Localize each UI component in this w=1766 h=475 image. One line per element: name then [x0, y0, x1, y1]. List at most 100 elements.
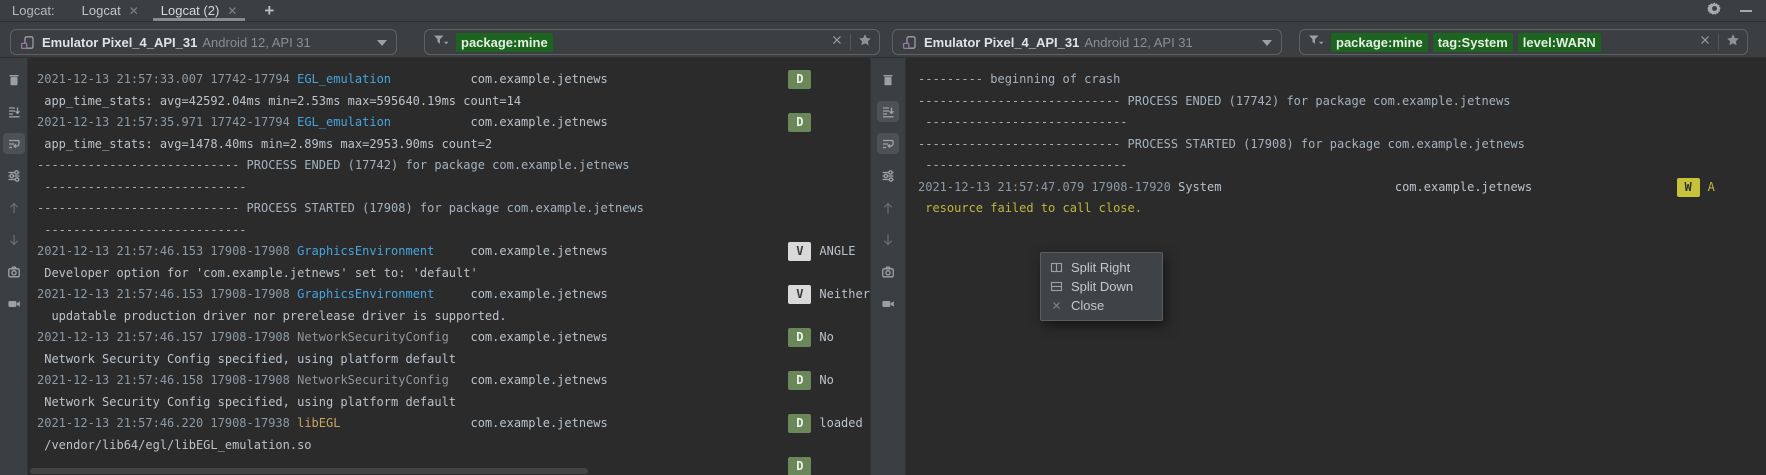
video-icon[interactable] [3, 293, 25, 314]
soft-wrap-icon[interactable] [877, 133, 899, 154]
filter-input[interactable]: package:mine [424, 29, 880, 55]
log-text: 2021-12-13 21:57:46.158 17908-17908 [37, 373, 298, 387]
device-icon [20, 35, 34, 49]
log-text: System [1178, 179, 1395, 194]
log-level-badge: D [788, 371, 812, 390]
menu-item-split-down[interactable]: Split Down [1041, 277, 1162, 296]
log-line[interactable]: ---------------------------- PROCESS STA… [918, 134, 1766, 156]
device-name: Emulator Pixel_4_API_31 [924, 34, 1080, 50]
filter-chip: tag:System [1432, 32, 1513, 52]
log-text: updatable production driver nor prerelea… [37, 308, 507, 323]
log-text: ---------------------------- [918, 115, 1128, 129]
logcat-toolbar-right [870, 57, 906, 475]
log-line[interactable]: ---------------------------- [918, 155, 1766, 177]
split-right-icon [1050, 261, 1063, 274]
log-line[interactable]: ---------------------------- [37, 177, 870, 199]
log-line[interactable]: 2021-12-13 21:57:33.007 17742-17794 EGL_… [37, 69, 870, 91]
log-line[interactable]: updatable production driver nor prerelea… [37, 306, 870, 328]
tab-label: Logcat [81, 3, 121, 18]
scroll-to-end-icon[interactable] [3, 101, 25, 122]
tab-close-icon[interactable]: ✕ [227, 5, 237, 17]
log-text: 2021-12-13 21:57:46.153 17908-17908 [37, 244, 298, 258]
log-line[interactable]: Network Security Config specified, using… [37, 392, 870, 414]
log-line[interactable]: 2021-12-13 21:57:46.157 17908-17908 Netw… [37, 327, 870, 349]
filter-chip: level:WARN [1517, 32, 1601, 52]
log-line[interactable]: ---------------------------- PROCESS END… [918, 91, 1766, 113]
log-line[interactable]: 2021-12-13 21:57:46.158 17908-17908 Netw… [37, 370, 870, 392]
chevron-down-icon [1262, 33, 1272, 51]
close-x-icon [1050, 299, 1063, 312]
filter-funnel-icon[interactable] [432, 32, 449, 53]
log-text: com.example.jetnews [470, 330, 789, 344]
log-line[interactable]: Developer option for 'com.example.jetnew… [37, 263, 870, 285]
log-line[interactable]: app_time_stats: avg=1478.40ms min=2.89ms… [37, 134, 870, 156]
log-line[interactable]: 2021-12-13 21:57:35.971 17742-17794 EGL_… [37, 112, 870, 134]
log-line[interactable]: resource failed to call close. [918, 198, 1766, 220]
menu-item-split-right[interactable]: Split Right [1041, 258, 1162, 277]
log-text: ---------------------------- [37, 179, 247, 194]
tab-logcat-2[interactable]: Logcat (2) ✕ [150, 0, 249, 21]
filter-query[interactable]: package:mine tag:System level:WARN [1331, 32, 1601, 52]
log-line[interactable]: ---------------------------- [37, 220, 870, 242]
tool-window-label: Logcat: [12, 3, 55, 18]
video-icon[interactable] [877, 293, 899, 314]
gear-icon[interactable] [1707, 1, 1722, 21]
device-details: Android 12, API 31 [1084, 34, 1193, 50]
arrow-up-icon[interactable] [877, 197, 899, 218]
logcat-settings-icon[interactable] [3, 165, 25, 186]
log-line[interactable]: ---------------------------- PROCESS END… [37, 155, 870, 177]
log-pane-left[interactable]: 2021-12-13 21:57:33.007 17742-17794 EGL_… [28, 57, 870, 475]
camera-icon[interactable] [877, 261, 899, 282]
log-line[interactable]: 2021-12-13 21:57:47.079 17908-17920 Syst… [918, 177, 1766, 199]
log-line[interactable]: ---------------------------- [918, 112, 1766, 134]
soft-wrap-icon[interactable] [2, 133, 25, 154]
filter-query[interactable]: package:mine [456, 32, 553, 52]
camera-icon[interactable] [3, 261, 25, 282]
log-line[interactable]: 2021-12-13 21:57:46.153 17908-17908 Grap… [37, 241, 870, 263]
filter-chip: package:mine [456, 32, 553, 52]
log-text: EGL_emulation [297, 115, 471, 129]
log-line[interactable]: 2021-12-13 21:57:46.153 17908-17908 Grap… [37, 284, 870, 306]
log-text: com.example.jetnews [470, 287, 789, 301]
filter-funnel-icon[interactable] [1307, 32, 1324, 53]
log-line[interactable]: 2021-12-13 21:57:46.220 17908-17938 libE… [37, 413, 870, 435]
device-selector[interactable]: Emulator Pixel_4_API_31 Android 12, API … [892, 29, 1282, 55]
logcat-toolbar-left [0, 57, 28, 475]
log-line[interactable]: /vendor/lib64/egl/libEGL_emulation.so [37, 435, 870, 457]
horizontal-scrollbar[interactable] [30, 468, 588, 474]
arrow-down-icon[interactable] [3, 229, 25, 250]
log-pane-right[interactable]: --------- beginning of crash ------------… [906, 57, 1766, 475]
trash-icon[interactable] [877, 69, 899, 90]
log-line[interactable]: Network Security Config specified, using… [37, 349, 870, 371]
menu-item-close[interactable]: Close [1041, 296, 1162, 315]
log-text: No [819, 373, 834, 387]
log-text: 2021-12-13 21:57:46.157 17908-17908 [37, 330, 298, 344]
log-text: ---------------------------- PROCESS STA… [918, 136, 1525, 151]
tab-close-icon[interactable]: ✕ [129, 5, 139, 17]
arrow-down-icon[interactable] [877, 229, 899, 250]
device-selector[interactable]: Emulator Pixel_4_API_31 Android 12, API … [10, 29, 397, 55]
log-level-badge: V [788, 242, 812, 261]
scroll-to-end-icon[interactable] [877, 101, 899, 122]
logcat-settings-icon[interactable] [877, 165, 899, 186]
favorite-star-icon[interactable] [858, 33, 872, 52]
log-line[interactable]: app_time_stats: avg=42592.04ms min=2.53m… [37, 91, 870, 113]
tab-logcat-1[interactable]: Logcat ✕ [71, 0, 150, 21]
minimize-icon[interactable] [1740, 10, 1752, 12]
clear-filter-icon[interactable] [831, 33, 843, 51]
device-details: Android 12, API 31 [202, 34, 311, 50]
log-line[interactable]: ---------------------------- PROCESS STA… [37, 198, 870, 220]
log-text: NetworkSecurityConfig [297, 330, 471, 344]
arrow-up-icon[interactable] [3, 197, 25, 218]
menu-item-label: Split Right [1071, 260, 1131, 275]
clear-filter-icon[interactable] [1699, 33, 1711, 51]
trash-icon[interactable] [3, 69, 25, 90]
log-text: ---------------------------- PROCESS END… [37, 158, 630, 172]
new-tab-button[interactable]: + [264, 1, 274, 21]
logcat-tool-window: Logcat: Logcat ✕ Logcat (2) ✕ + Emulator… [0, 0, 1766, 475]
favorite-star-icon[interactable] [1726, 33, 1740, 52]
log-line[interactable]: --------- beginning of crash [918, 69, 1766, 91]
menu-item-label: Split Down [1071, 279, 1134, 294]
log-text: Network Security Config specified, using… [37, 394, 457, 409]
filter-input[interactable]: package:mine tag:System level:WARN [1299, 29, 1748, 55]
